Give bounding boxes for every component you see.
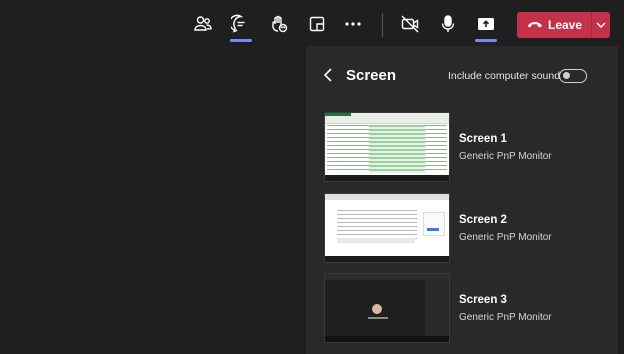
screen-option[interactable]: Screen 1 Generic PnP Monitor (324, 112, 604, 184)
screen-name: Screen 3 (459, 294, 507, 306)
participants-button[interactable] (188, 9, 218, 39)
meeting-stage (0, 46, 306, 354)
screen-monitor: Generic PnP Monitor (459, 312, 552, 323)
microphone-button[interactable] (433, 9, 463, 39)
camera-button[interactable] (395, 9, 425, 39)
thumbnail-taskbar (325, 175, 449, 181)
more-icon (345, 22, 361, 26)
panel-title: Screen (346, 67, 397, 84)
include-sound-label: Include computer sound (448, 70, 561, 82)
more-actions-button[interactable] (338, 9, 368, 39)
chevron-down-icon (596, 22, 606, 28)
toggle-knob (563, 72, 570, 79)
chevron-left-icon (324, 68, 332, 82)
leave-label: Leave (548, 18, 583, 32)
rooms-button[interactable] (302, 9, 332, 39)
thumbnail-taskbar (325, 336, 449, 342)
thumbnail-caption (368, 317, 388, 319)
chat-icon (231, 14, 245, 33)
screen-monitor: Generic PnP Monitor (459, 151, 552, 162)
share-icon (478, 18, 494, 30)
screen-thumbnail (324, 193, 450, 263)
panel-edge (618, 46, 624, 354)
chat-button[interactable] (226, 9, 256, 42)
thumbnail-highlight (369, 125, 425, 173)
screen-name: Screen 1 (459, 133, 507, 145)
share-button[interactable] (471, 9, 501, 42)
thumbnail-taskbar (325, 256, 449, 262)
leave-button-group: Leave (517, 12, 610, 38)
thumbnail-avatar (372, 304, 382, 314)
microphone-icon (441, 15, 455, 32)
screen-thumbnail (324, 112, 450, 182)
thumbnail-sidebar (423, 212, 445, 236)
hang-up-icon (528, 22, 542, 28)
thumbnail-ribbon (325, 113, 449, 124)
include-sound-toggle[interactable] (559, 69, 587, 83)
share-content-panel: Screen Include computer sound Screen 1 G… (306, 46, 618, 354)
thumbnail-side-panel (425, 280, 449, 338)
thumbnail-button (427, 228, 439, 231)
screen-option[interactable]: Screen 2 Generic PnP Monitor (324, 193, 604, 265)
leave-button[interactable]: Leave (517, 12, 591, 38)
active-indicator (230, 39, 252, 42)
screen-name: Screen 2 (459, 214, 507, 226)
active-indicator (475, 39, 497, 42)
screen-monitor: Generic PnP Monitor (459, 232, 552, 243)
people-icon (194, 16, 212, 31)
raise-hand-icon (272, 15, 288, 33)
reactions-button[interactable] (264, 9, 294, 39)
screen-option[interactable]: Screen 3 Generic PnP Monitor (324, 273, 604, 345)
back-button[interactable] (320, 66, 336, 84)
meeting-toolbar: Leave (0, 0, 624, 46)
thumbnail-box (337, 238, 415, 243)
screen-thumbnail (324, 273, 450, 343)
camera-off-icon (401, 15, 419, 33)
toolbar-divider (382, 13, 383, 37)
rooms-icon (309, 16, 325, 32)
leave-options-button[interactable] (592, 12, 610, 38)
thumbnail-browser-bar (325, 194, 449, 200)
